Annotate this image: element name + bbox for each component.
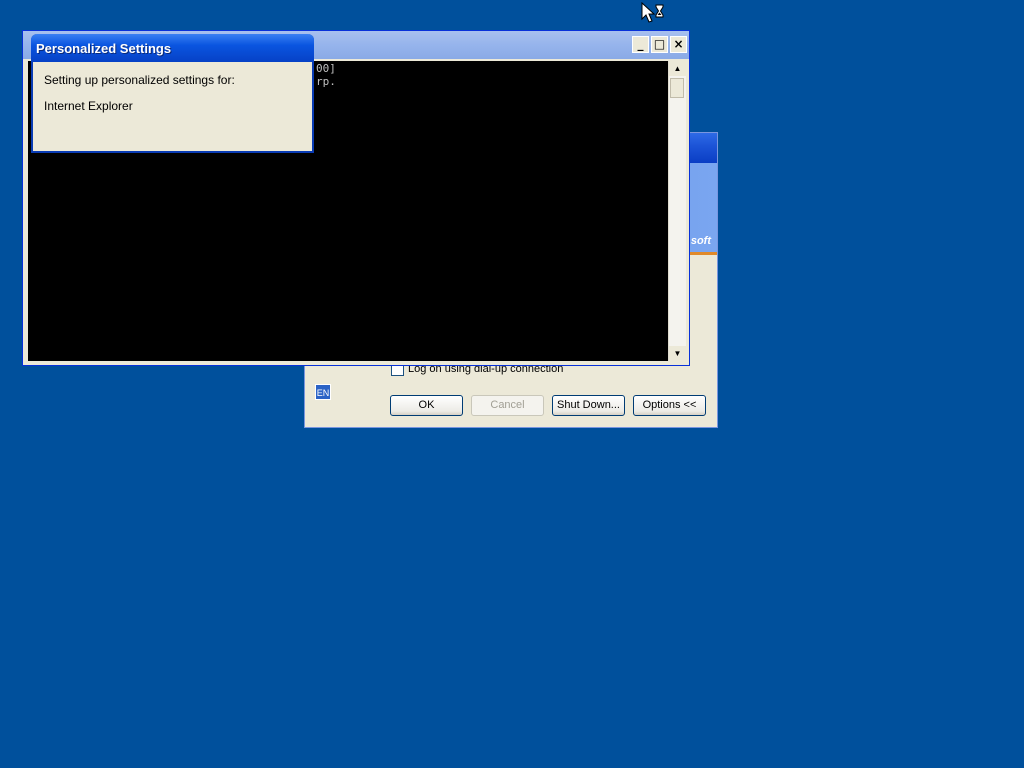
close-button[interactable]: ×	[670, 36, 687, 53]
console-line: rp.	[316, 75, 336, 88]
cancel-button[interactable]: Cancel	[471, 395, 544, 416]
setup-component: Internet Explorer	[44, 99, 133, 113]
dialog-title: Personalized Settings	[36, 41, 172, 56]
maximize-button[interactable]: □	[651, 36, 668, 53]
scroll-down-icon[interactable]: ▼	[669, 346, 686, 361]
personalized-settings-titlebar[interactable]: Personalized Settings	[31, 34, 314, 62]
setup-message: Setting up personalized settings for:	[44, 73, 235, 87]
options-button[interactable]: Options <<	[633, 395, 706, 416]
scroll-up-icon[interactable]: ▲	[669, 61, 686, 76]
console-scrollbar[interactable]: ▲ ▼	[668, 61, 686, 361]
personalized-settings-dialog: Personalized Settings Setting up persona…	[31, 34, 314, 153]
desktop: soft Log on using dial-up connection EN …	[0, 0, 1024, 768]
ok-button[interactable]: OK	[390, 395, 463, 416]
scroll-thumb[interactable]	[670, 78, 684, 98]
minimize-button[interactable]: _	[632, 36, 649, 53]
busy-arrow-icon	[641, 2, 664, 23]
language-indicator[interactable]: EN	[315, 384, 331, 400]
console-line: 00]	[316, 62, 336, 75]
shutdown-button[interactable]: Shut Down...	[552, 395, 625, 416]
brand-text: soft	[690, 235, 711, 247]
